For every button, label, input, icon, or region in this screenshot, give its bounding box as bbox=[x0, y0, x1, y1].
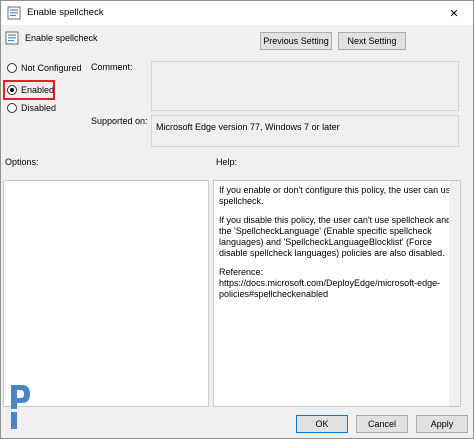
help-scrollbar[interactable] bbox=[449, 181, 460, 406]
radio-label: Enabled bbox=[21, 85, 55, 95]
radio-not-configured[interactable]: Not Configured bbox=[7, 63, 82, 73]
help-paragraph: If you disable this policy, the user can… bbox=[219, 215, 452, 258]
next-setting-button[interactable]: Next Setting bbox=[338, 32, 406, 50]
help-paragraph: Reference: https://docs.microsoft.com/De… bbox=[219, 267, 441, 299]
options-panel bbox=[3, 180, 209, 407]
help-panel: If you enable or don't configure this po… bbox=[213, 180, 461, 407]
ok-button[interactable]: OK bbox=[296, 415, 348, 433]
brand-logo-icon bbox=[11, 385, 30, 429]
radio-button[interactable] bbox=[7, 103, 17, 113]
help-paragraph: If you enable or don't configure this po… bbox=[219, 185, 456, 206]
apply-button[interactable]: Apply bbox=[416, 415, 468, 433]
options-label: Options: bbox=[5, 157, 39, 167]
comment-label: Comment: bbox=[91, 62, 133, 72]
radio-button[interactable] bbox=[7, 63, 17, 73]
radio-disabled[interactable]: Disabled bbox=[7, 103, 56, 113]
cancel-button[interactable]: Cancel bbox=[356, 415, 408, 433]
close-button[interactable]: ✕ bbox=[435, 1, 473, 25]
help-label: Help: bbox=[216, 157, 238, 167]
supported-on-value: Microsoft Edge version 77, Windows 7 or … bbox=[156, 122, 340, 132]
previous-setting-button[interactable]: Previous Setting bbox=[260, 32, 332, 50]
policy-setting-icon bbox=[5, 31, 19, 45]
policy-dialog: Enable spellcheck ✕ Enable spellcheck Pr… bbox=[0, 0, 474, 439]
setting-name: Enable spellcheck bbox=[25, 33, 98, 43]
radio-label: Disabled bbox=[21, 103, 57, 113]
supported-on-label: Supported on: bbox=[91, 116, 148, 126]
comment-field[interactable] bbox=[151, 61, 459, 111]
close-icon: ✕ bbox=[449, 7, 459, 20]
window-title: Enable spellcheck bbox=[27, 7, 104, 18]
supported-on-field: Microsoft Edge version 77, Windows 7 or … bbox=[151, 115, 459, 147]
radio-label: Not Configured bbox=[21, 63, 82, 73]
title-bar: Enable spellcheck ✕ bbox=[1, 1, 473, 25]
radio-enabled[interactable]: Enabled bbox=[7, 85, 54, 95]
policy-setting-icon bbox=[7, 6, 21, 20]
radio-button[interactable] bbox=[7, 85, 17, 95]
